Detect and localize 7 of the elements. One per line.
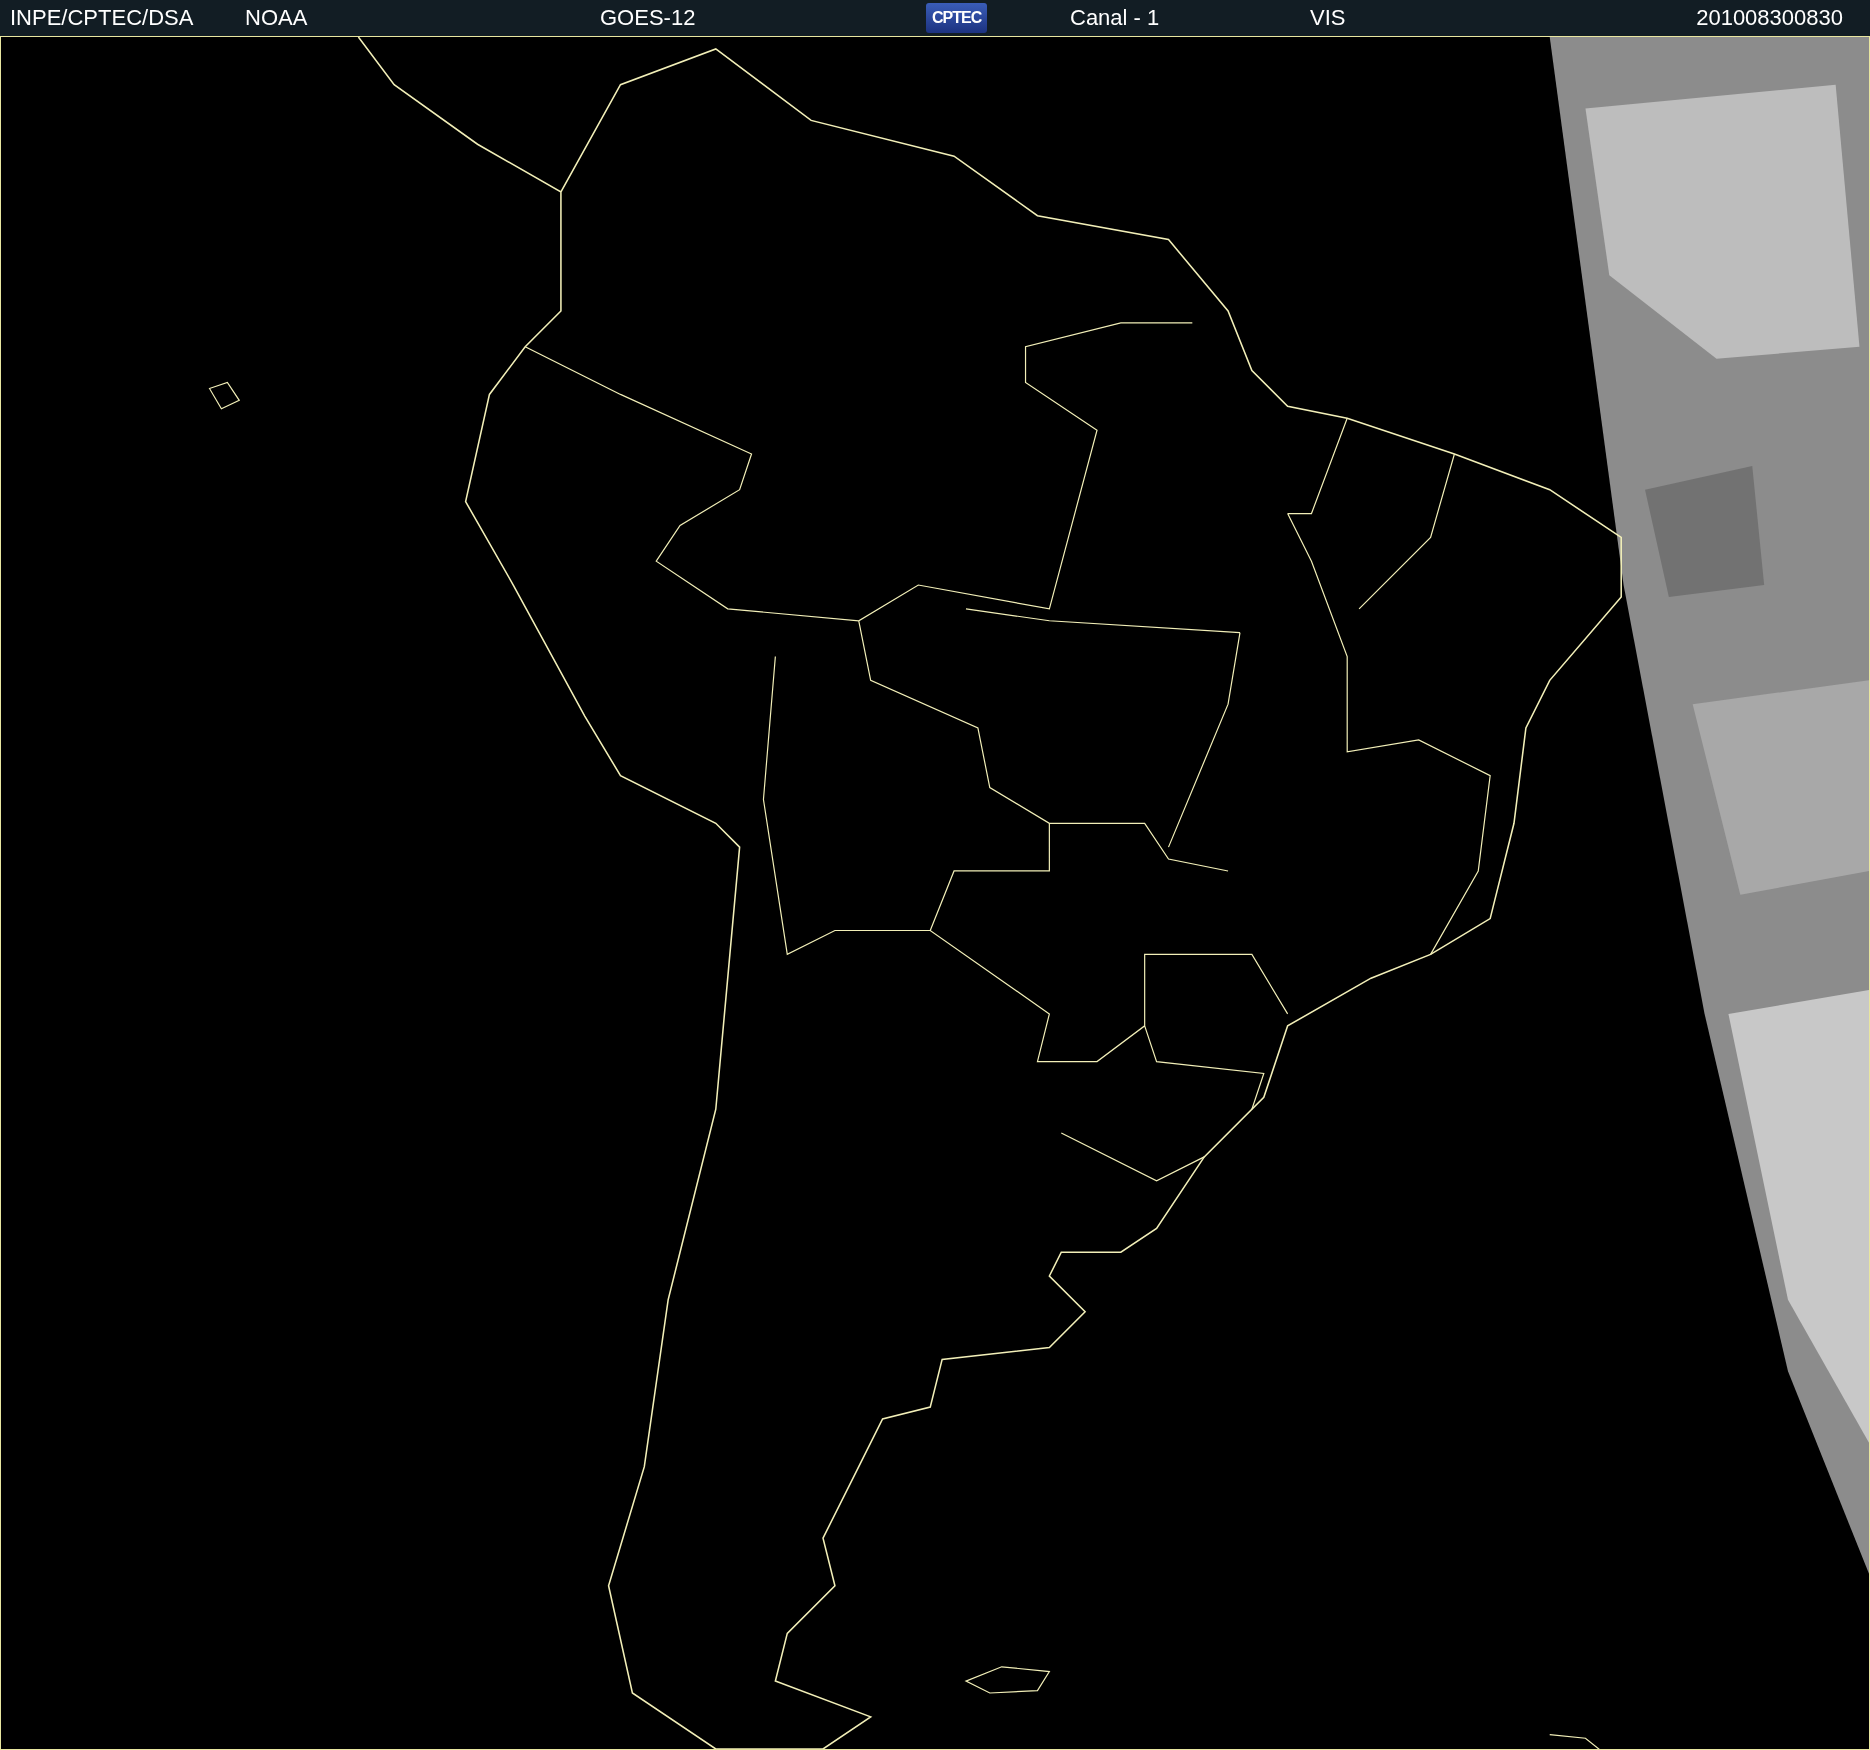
timestamp-label: 201008300830 (1696, 5, 1843, 31)
satellite-label: GOES-12 (600, 5, 696, 31)
agency-label: NOAA (245, 5, 308, 31)
channel-label: Canal - 1 (1070, 5, 1160, 31)
logo: CPTEC (926, 3, 988, 33)
source-label: INPE/CPTEC/DSA (10, 5, 194, 31)
band-label: VIS (1310, 5, 1346, 31)
